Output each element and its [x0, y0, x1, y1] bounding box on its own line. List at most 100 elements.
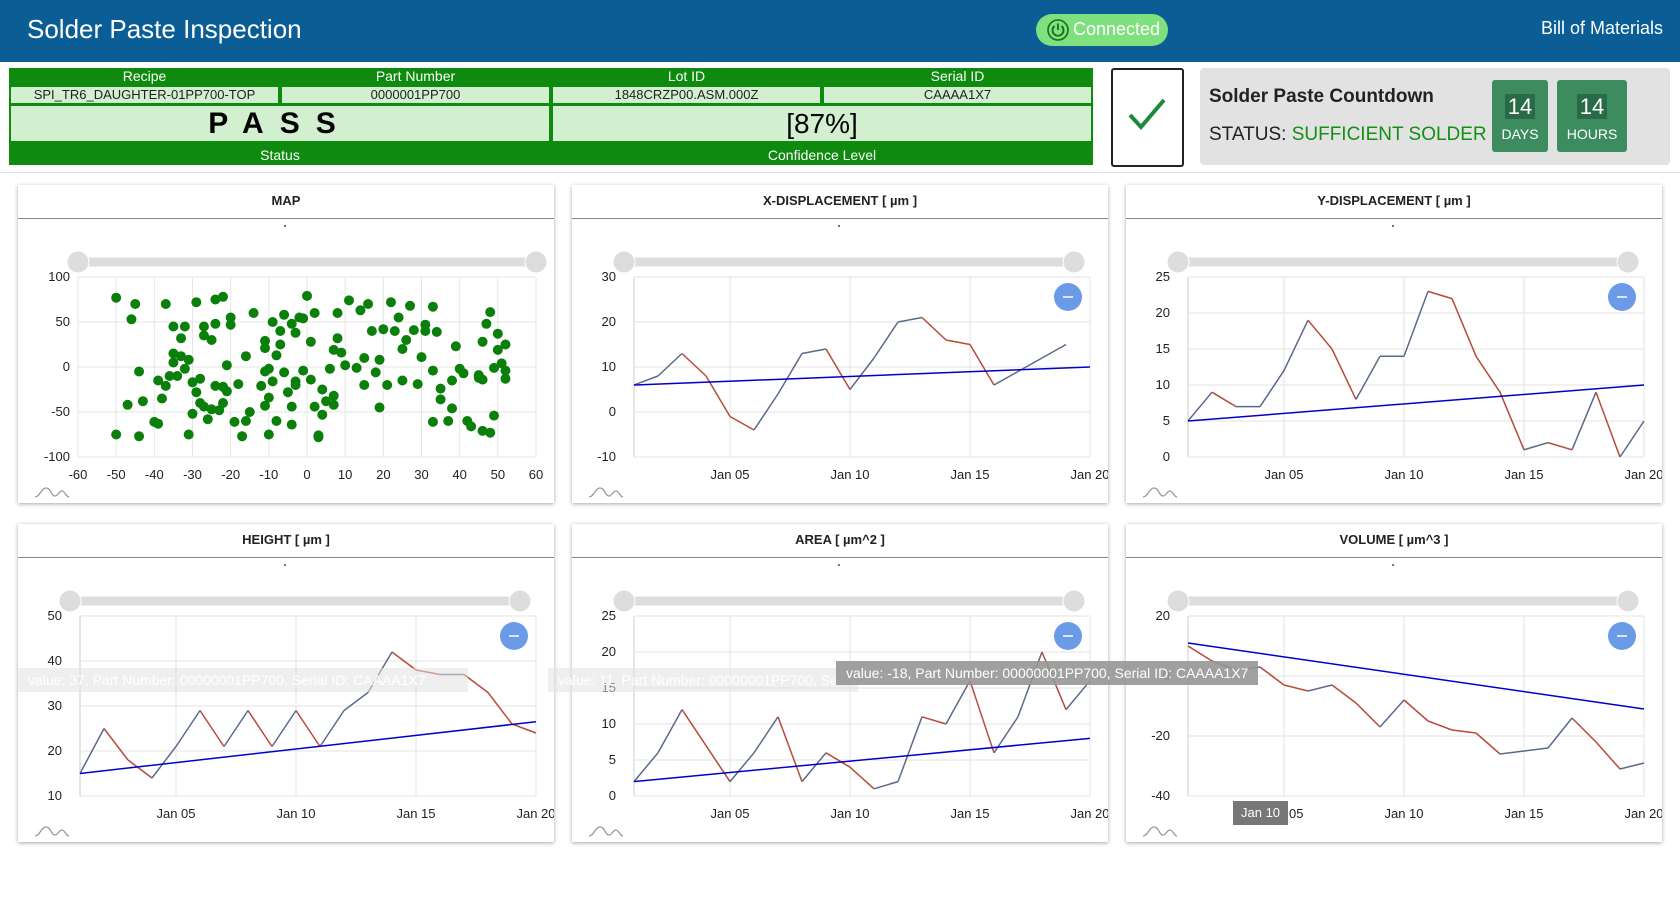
scatter-point [263, 429, 274, 440]
scatter-point [485, 307, 496, 318]
range-slider-handle-right[interactable] [1616, 589, 1640, 613]
y-tick-label: 50 [56, 314, 70, 329]
scatter-point [328, 399, 339, 410]
scatter-point [302, 290, 312, 301]
y-tick-label: 100 [48, 269, 70, 284]
series-segment [1619, 762, 1645, 770]
scatter-point [191, 297, 202, 308]
scatter-point [378, 324, 389, 335]
distribution-icon[interactable] [1142, 485, 1178, 499]
x-tick-label: Jan 20 [1624, 806, 1662, 821]
distribution-icon[interactable] [1142, 824, 1178, 838]
series-segment [1595, 741, 1621, 770]
scatter-point [134, 366, 145, 377]
range-slider-handle-left[interactable] [612, 250, 636, 274]
tooltip-area: value: -18, Part Number: 00000001PP700, … [836, 661, 1259, 685]
x-tick-label: 0 [303, 467, 310, 482]
scatter-point [351, 362, 362, 373]
x-tick-label: Jan 05 [1264, 467, 1303, 482]
scatter-point [218, 398, 229, 408]
scatter-point [374, 354, 385, 365]
distribution-icon[interactable] [34, 485, 70, 499]
zoom-out-button[interactable] [1054, 283, 1082, 311]
scatter-point [343, 295, 354, 306]
scatter-point [237, 431, 248, 442]
x-tick-label: Jan 15 [396, 806, 435, 821]
scatter-point [111, 429, 122, 440]
zoom-out-button[interactable] [1608, 283, 1636, 311]
days-box: 14 DAYS [1492, 80, 1548, 152]
series-segment [1547, 717, 1573, 749]
series-segment [801, 752, 827, 783]
x-tick-label: Jan 20 [1624, 467, 1662, 482]
scatter-point [313, 432, 324, 443]
scatter-point [309, 401, 320, 412]
checkmark-icon [1128, 98, 1166, 131]
serial-id-header: Serial ID [930, 68, 985, 84]
scatter-point [172, 371, 183, 381]
scatter-point [126, 314, 137, 325]
scatter-point [466, 421, 477, 432]
scatter-point [183, 354, 194, 365]
series-segment [1211, 391, 1237, 408]
series-segment [777, 353, 803, 395]
y-tick-label: 5 [609, 752, 616, 767]
x-tick-label: Jan 20 [1070, 467, 1108, 482]
range-slider-handle-right[interactable] [1062, 589, 1086, 613]
zoom-out-button[interactable] [500, 622, 528, 650]
range-slider-handle-right[interactable] [1616, 250, 1640, 274]
range-slider-handle-left[interactable] [612, 589, 636, 613]
range-slider-handle-left[interactable] [66, 250, 90, 274]
scatter-point [485, 427, 496, 438]
scatter-point [179, 321, 190, 332]
series-segment [1475, 355, 1501, 393]
solder-paste-countdown: Solder Paste Countdown STATUS: SUFFICIEN… [1200, 68, 1670, 165]
range-slider-handle-right[interactable] [524, 250, 548, 274]
zoom-out-button[interactable] [1054, 622, 1082, 650]
distribution-icon[interactable] [588, 485, 624, 499]
series-segment [199, 710, 225, 747]
scatter-point [370, 367, 381, 378]
top-bar: Solder Paste Inspection Connected Bill o… [0, 0, 1680, 62]
scatter-point [286, 401, 297, 412]
days-value: 14 [1504, 94, 1536, 119]
series-segment [1571, 717, 1597, 743]
range-slider-handle-right[interactable] [508, 589, 532, 613]
scatter-point [183, 429, 194, 440]
scatter-point [263, 392, 274, 403]
y-tick-label: 10 [48, 788, 62, 803]
range-slider-handle-left[interactable] [58, 589, 82, 613]
scatter-point [408, 325, 419, 336]
range-slider-handle-left[interactable] [1166, 250, 1190, 274]
scatter-point [397, 375, 408, 386]
x-tick-label: Jan 10 [830, 806, 869, 821]
x-tick-label: Jan 05 [156, 806, 195, 821]
scatter-point [427, 365, 438, 376]
x-tick-label: Jan 05 [710, 806, 749, 821]
scatter-point [389, 326, 400, 336]
series-segment [657, 352, 683, 377]
scatter-point [305, 374, 316, 385]
lot-id-header: Lot ID [667, 68, 706, 84]
series-segment [511, 723, 537, 734]
scatter-point [111, 292, 122, 303]
bill-of-materials-link[interactable]: Bill of Materials [1541, 18, 1663, 39]
scatter-point [168, 348, 179, 359]
scatter-point [160, 299, 171, 309]
x-tick-label: -30 [183, 467, 202, 482]
x-tick-label: 60 [529, 467, 543, 482]
range-slider-handle-right[interactable] [1062, 250, 1086, 274]
scatter-point [240, 416, 251, 426]
hours-label: HOURS [1566, 126, 1618, 142]
scatter-point [427, 416, 438, 427]
scatter-point [298, 365, 309, 376]
range-slider-handle-left[interactable] [1166, 589, 1190, 613]
series-segment [1307, 684, 1333, 692]
connection-status[interactable]: Connected [1036, 14, 1168, 46]
distribution-icon[interactable] [588, 824, 624, 838]
x-tick-label: 30 [414, 467, 428, 482]
zoom-out-button[interactable] [1608, 622, 1636, 650]
series-segment [1307, 319, 1333, 350]
series-segment [1595, 391, 1621, 458]
distribution-icon[interactable] [34, 824, 70, 838]
